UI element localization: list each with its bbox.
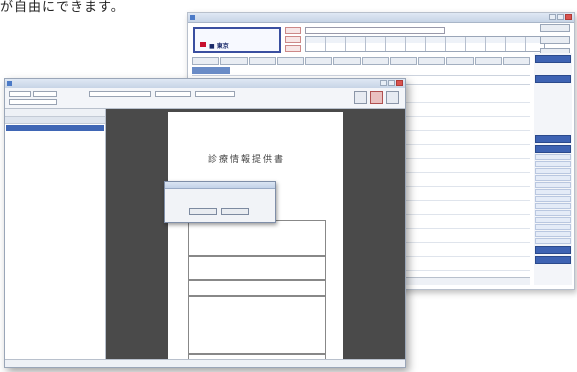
side-menu-item[interactable] — [535, 210, 571, 216]
print-icon[interactable] — [354, 91, 367, 104]
header-button-2[interactable] — [540, 36, 570, 44]
side-menu-item[interactable] — [535, 231, 571, 237]
dialog-cancel-button[interactable] — [221, 208, 249, 215]
alert-button-2[interactable] — [285, 36, 301, 43]
maximize-button[interactable] — [557, 14, 564, 20]
close-button[interactable] — [396, 80, 403, 86]
date-field[interactable] — [155, 91, 191, 97]
alert-button-1[interactable] — [285, 27, 301, 34]
department-select[interactable] — [305, 27, 445, 34]
side-menu — [534, 53, 572, 285]
form-box-2 — [188, 256, 326, 280]
caption-text: が自由にできます。 — [0, 0, 125, 15]
document-toolbar — [5, 88, 405, 109]
tab-4[interactable] — [276, 57, 304, 65]
minimize-button[interactable] — [549, 14, 556, 20]
side-menu-header-1[interactable] — [535, 55, 571, 63]
form-box-3 — [188, 280, 326, 296]
side-menu-header-5[interactable] — [535, 246, 571, 254]
side-menu-header-4[interactable] — [535, 145, 571, 153]
tab-3[interactable] — [248, 57, 276, 65]
alert-buttons — [285, 27, 301, 54]
side-menu-item[interactable] — [535, 203, 571, 209]
author-field[interactable] — [195, 91, 235, 97]
document-name-field[interactable] — [89, 91, 151, 97]
side-menu-item[interactable] — [535, 182, 571, 188]
row-highlight — [192, 67, 230, 74]
document-viewer[interactable]: 診療情報提供書 — [106, 109, 405, 362]
maximize-button[interactable] — [388, 80, 395, 86]
form-box-4 — [188, 296, 326, 354]
minimize-button[interactable] — [380, 80, 387, 86]
tab-12[interactable] — [502, 57, 530, 65]
document-list-panel — [5, 109, 106, 361]
side-menu-item[interactable] — [535, 154, 571, 160]
document-status-bar — [5, 359, 405, 367]
dialog-title — [165, 182, 275, 189]
tab-11[interactable] — [474, 57, 502, 65]
tab-10[interactable] — [446, 57, 474, 65]
tab-7[interactable] — [361, 57, 389, 65]
document-title: 診療情報提供書 — [208, 155, 286, 165]
document-list-header — [5, 109, 105, 117]
side-menu-header-3[interactable] — [535, 135, 571, 143]
form-box-1 — [188, 220, 326, 256]
side-menu-item[interactable] — [535, 175, 571, 181]
tab-8[interactable] — [389, 57, 417, 65]
flag-icon — [200, 42, 206, 47]
toolbar-field-1[interactable] — [9, 91, 31, 97]
confirm-dialog — [164, 181, 276, 223]
toolbar-field-2[interactable] — [33, 91, 57, 97]
back-window-titlebar — [188, 13, 574, 23]
side-menu-item[interactable] — [535, 189, 571, 195]
side-menu-item[interactable] — [535, 217, 571, 223]
patient-header: ■ 東京 — [193, 27, 545, 54]
side-menu-item[interactable] — [535, 224, 571, 230]
delete-icon[interactable] — [370, 91, 383, 104]
tab-1[interactable] — [192, 57, 220, 65]
tab-5[interactable] — [305, 57, 333, 65]
side-menu-item[interactable] — [535, 168, 571, 174]
side-menu-header-6[interactable] — [535, 256, 571, 264]
document-list-selected-row[interactable] — [6, 125, 104, 131]
toolbar-field-3[interactable] — [9, 99, 57, 105]
save-icon[interactable] — [386, 91, 399, 104]
document-window: 診療情報提供書 — [4, 78, 406, 368]
alert-button-3[interactable] — [285, 45, 301, 52]
patient-name: ■ 東京 — [209, 43, 229, 50]
app-icon — [7, 81, 12, 86]
record-tabs — [192, 57, 530, 65]
side-menu-item[interactable] — [535, 238, 571, 244]
tab-6[interactable] — [333, 57, 361, 65]
document-page: 診療情報提供書 — [168, 112, 343, 362]
dialog-ok-button[interactable] — [189, 208, 217, 215]
schedule-grid[interactable] — [305, 36, 545, 52]
side-menu-header-2[interactable] — [535, 75, 571, 83]
patient-id-panel[interactable]: ■ 東京 — [193, 27, 281, 53]
app-icon — [190, 15, 195, 20]
tab-9[interactable] — [418, 57, 446, 65]
header-button-1[interactable] — [540, 24, 570, 32]
document-list-column-header — [5, 117, 105, 124]
tab-2[interactable] — [220, 57, 248, 65]
side-menu-item[interactable] — [535, 161, 571, 167]
side-menu-item[interactable] — [535, 196, 571, 202]
record-row-1[interactable] — [192, 67, 530, 76]
close-button[interactable] — [565, 14, 572, 20]
